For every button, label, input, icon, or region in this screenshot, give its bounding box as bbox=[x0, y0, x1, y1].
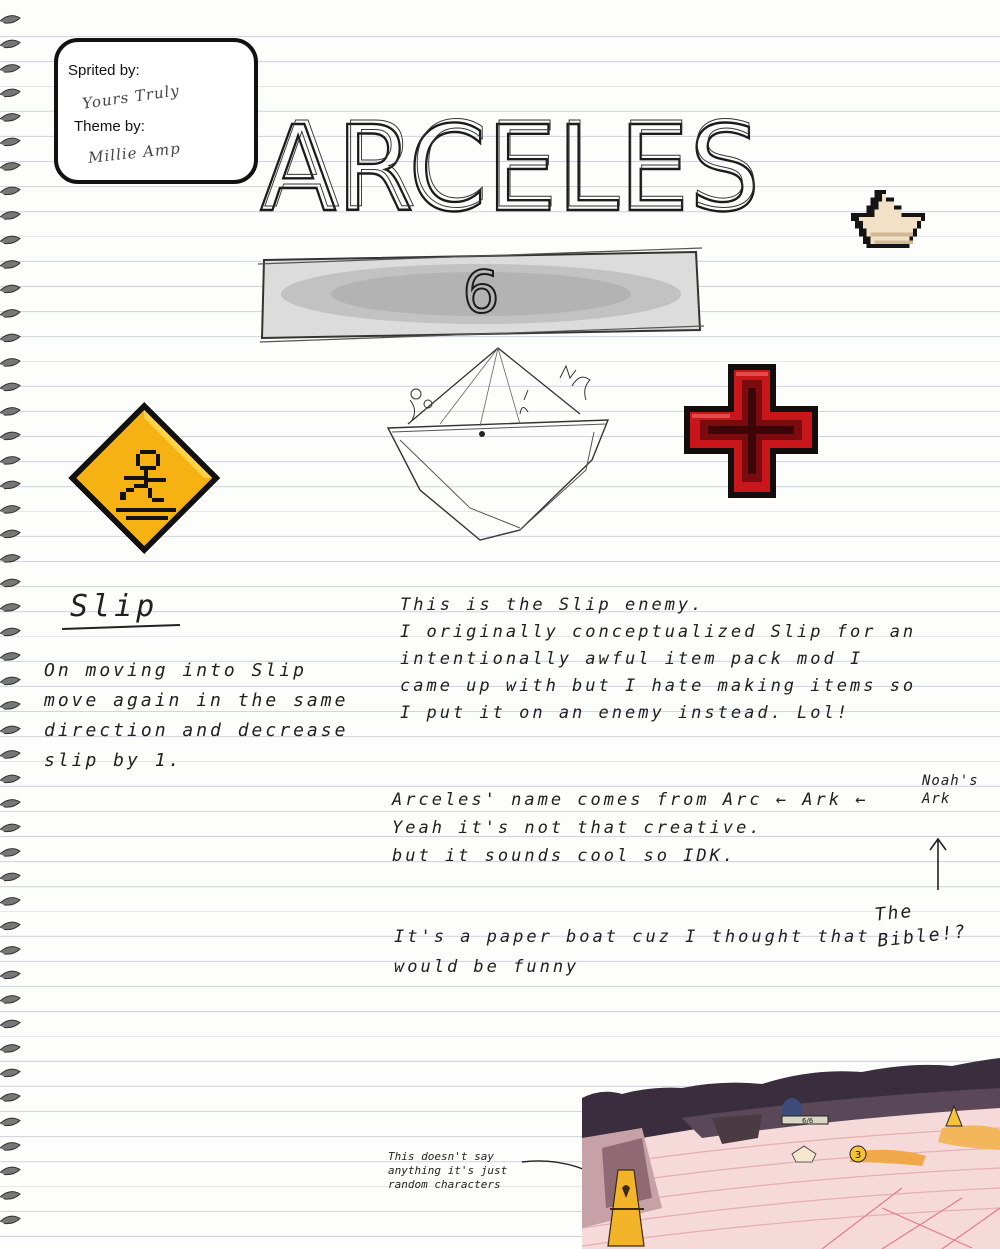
slip-warning-sign-icon bbox=[68, 402, 220, 554]
spiral-ring bbox=[0, 382, 21, 392]
scene-caption: This doesn't say anything it's just random… bbox=[388, 1150, 507, 1192]
spiral-ring bbox=[0, 995, 21, 1004]
slip-line-4: slip by 1. bbox=[44, 750, 183, 771]
credits-box: Sprited by: Yours Truly Theme by: Millie… bbox=[54, 38, 258, 184]
caption-line-1: This doesn't say bbox=[388, 1150, 494, 1163]
spiral-ring bbox=[0, 921, 21, 931]
spiral-ring bbox=[0, 652, 21, 661]
spiral-ring bbox=[0, 1019, 21, 1029]
spiral-ring bbox=[0, 39, 21, 49]
title-block: ARCELES ARCELES bbox=[259, 96, 761, 231]
spiral-ring bbox=[0, 284, 21, 294]
spiral-ring bbox=[0, 529, 21, 539]
scene-counter: 6/6 bbox=[802, 1117, 814, 1125]
theme-by-label: Theme by: bbox=[74, 118, 145, 135]
spiral-ring bbox=[0, 505, 21, 514]
noahs-ark-note: Noah's Ark bbox=[922, 772, 979, 808]
scene-badge: 3 bbox=[855, 1150, 861, 1161]
slip-description: On moving into Slip move again in the sa… bbox=[44, 656, 348, 776]
spiral-ring bbox=[0, 774, 21, 784]
spiral-ring bbox=[0, 627, 21, 637]
p1-line-5: I put it on an enemy instead. Lol! bbox=[400, 703, 850, 723]
spiral-ring bbox=[0, 358, 21, 367]
spiral-ring bbox=[0, 113, 21, 122]
spiral-ring bbox=[0, 946, 21, 955]
slip-line-3: direction and decrease bbox=[44, 720, 349, 741]
caption-line-2: anything it's just bbox=[388, 1164, 508, 1177]
notes-paragraph-3: It's a paper boat cuz I thought that wou… bbox=[394, 922, 870, 982]
spiral-ring bbox=[0, 750, 21, 759]
sprited-by-label: Sprited by: bbox=[68, 62, 140, 79]
bible-line-1: The bbox=[873, 900, 915, 926]
spiral-ring bbox=[0, 235, 21, 245]
arrow-up-icon bbox=[929, 837, 947, 890]
p2-line-3: but it sounds cool so IDK. bbox=[392, 846, 737, 866]
spiral-ring bbox=[0, 701, 21, 710]
spiral-ring bbox=[0, 88, 21, 98]
spiral-ring bbox=[0, 799, 21, 808]
spiral-ring bbox=[0, 260, 21, 269]
notes-paragraph-2: Arceles' name comes from Arc ← Ark ← Yea… bbox=[392, 786, 868, 870]
spiral-ring bbox=[0, 15, 21, 24]
sprited-by-value: Yours Truly bbox=[81, 81, 181, 113]
paper-boat-icon bbox=[851, 189, 925, 249]
spiral-ring bbox=[0, 407, 21, 416]
spiral-ring bbox=[0, 848, 21, 857]
p1-line-4: came up with but I hate making items so bbox=[400, 676, 917, 696]
spiral-ring bbox=[0, 1044, 21, 1053]
spiral-ring bbox=[0, 186, 21, 196]
caption-line-3: random characters bbox=[388, 1178, 501, 1191]
spiral-binding bbox=[0, 15, 21, 1225]
noahs-ark-line-1: Noah's bbox=[922, 773, 979, 789]
spiral-ring bbox=[0, 1142, 21, 1151]
p2-line-2: Yeah it's not that creative. bbox=[392, 818, 763, 838]
banner-number: 6 bbox=[463, 258, 500, 326]
spiral-ring bbox=[0, 1068, 21, 1078]
p1-line-2: I originally conceptualized Slip for an bbox=[400, 622, 917, 642]
boat-sketch bbox=[386, 347, 610, 541]
spiral-ring bbox=[0, 1117, 21, 1127]
spiral-ring bbox=[0, 603, 21, 612]
notes-paragraph-1: This is the Slip enemy. I originally con… bbox=[400, 592, 916, 727]
spiral-ring bbox=[0, 823, 21, 833]
spiral-ring bbox=[0, 676, 21, 686]
spiral-ring bbox=[0, 211, 21, 220]
slip-line-1: On moving into Slip bbox=[44, 660, 307, 681]
spiral-ring bbox=[0, 456, 21, 465]
spiral-ring bbox=[0, 554, 21, 563]
level-banner: 6 bbox=[257, 247, 705, 343]
spiral-ring bbox=[0, 1166, 21, 1176]
spiral-ring bbox=[0, 431, 21, 441]
p3-line-1: It's a paper boat cuz I thought that bbox=[394, 927, 871, 947]
spiral-ring bbox=[0, 64, 21, 73]
spiral-ring bbox=[0, 578, 21, 588]
theme-by-value: Millie Amp bbox=[87, 139, 182, 167]
spiral-ring bbox=[0, 480, 21, 490]
noahs-ark-line-2: Ark bbox=[922, 791, 951, 807]
spiral-ring bbox=[0, 1093, 21, 1102]
spiral-ring bbox=[0, 897, 21, 906]
p2-line-1: Arceles' name comes from Arc ← Ark ← bbox=[392, 790, 869, 810]
game-screenshot: 6/6 3 bbox=[582, 1058, 1000, 1249]
p1-line-3: intentionally awful item pack mod I bbox=[400, 649, 864, 669]
spiral-ring bbox=[0, 1215, 21, 1225]
spiral-ring bbox=[0, 970, 21, 980]
slip-heading: Slip bbox=[70, 589, 159, 624]
spiral-ring bbox=[0, 137, 21, 147]
p3-line-2: would be funny bbox=[394, 957, 580, 977]
slip-line-2: move again in the same bbox=[44, 690, 349, 711]
p1-line-1: This is the Slip enemy. bbox=[400, 595, 705, 615]
title-text-sketch: ARCELES bbox=[264, 96, 760, 230]
bible-note: The Bible!? bbox=[874, 893, 969, 954]
spiral-ring bbox=[0, 725, 21, 735]
red-cross-icon bbox=[684, 364, 818, 498]
spiral-ring bbox=[0, 1191, 21, 1200]
spiral-ring bbox=[0, 333, 21, 343]
spiral-ring bbox=[0, 309, 21, 318]
spiral-ring bbox=[0, 162, 21, 171]
spiral-ring bbox=[0, 872, 21, 882]
